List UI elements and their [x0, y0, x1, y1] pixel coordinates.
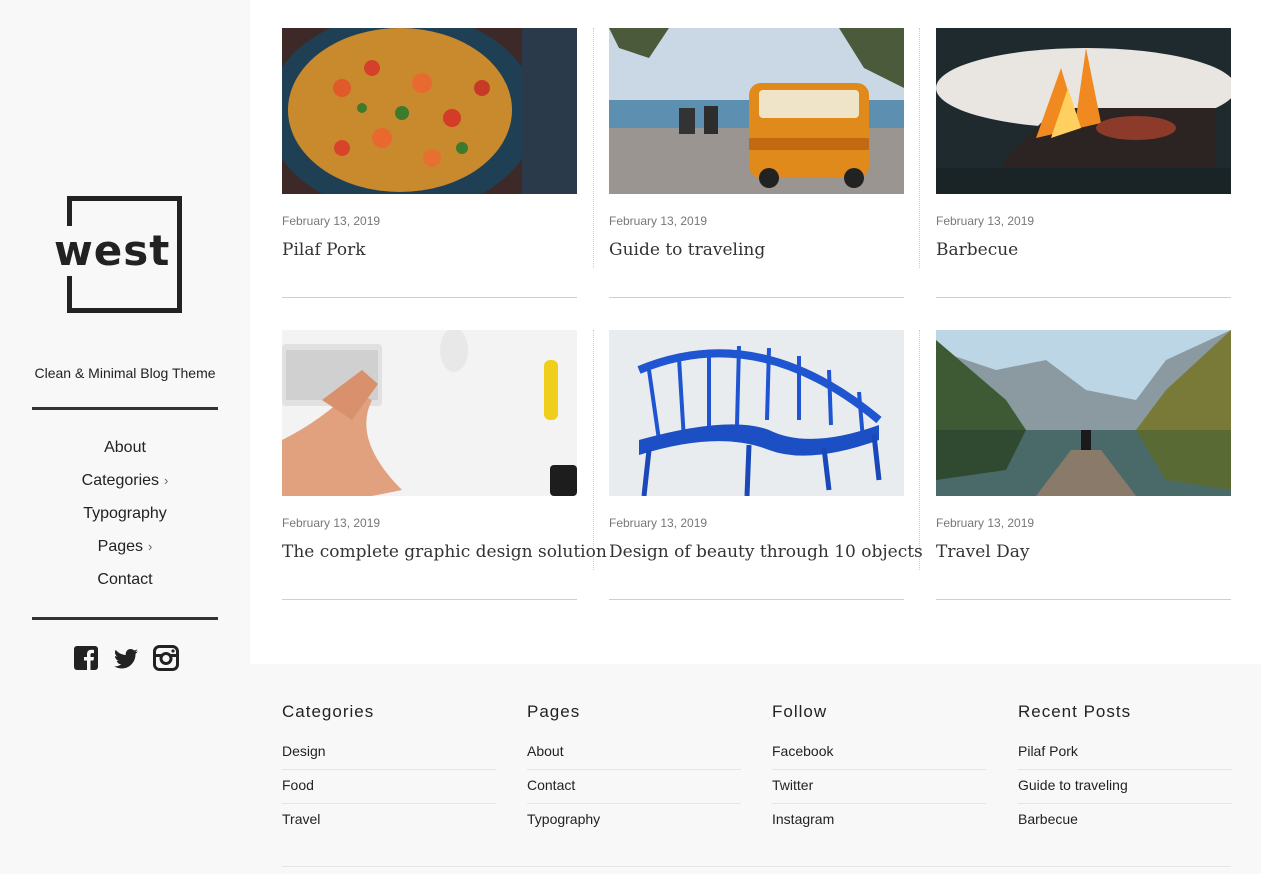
post-card: February 13, 2019 Barbecue: [936, 28, 1231, 298]
twitter-icon[interactable]: [112, 644, 140, 672]
post-card: February 13, 2019 Travel Day: [936, 330, 1231, 600]
instagram-icon[interactable]: [152, 644, 180, 672]
footer-link[interactable]: Design: [282, 736, 496, 770]
divider: [32, 407, 218, 410]
post-date: February 13, 2019: [936, 214, 1035, 228]
post-title[interactable]: Guide to traveling: [609, 240, 904, 260]
footer-heading: Follow: [772, 702, 828, 721]
post-thumbnail[interactable]: [936, 28, 1231, 194]
post-date: February 13, 2019: [936, 516, 1035, 530]
footer-link[interactable]: About: [527, 736, 741, 770]
nav-item-pages[interactable]: Pages ›: [0, 533, 250, 566]
social-links: [72, 644, 180, 672]
footer-link[interactable]: Travel: [282, 804, 496, 838]
footer-link[interactable]: Contact: [527, 770, 741, 804]
divider: [609, 599, 904, 600]
footer-link[interactable]: Typography: [527, 804, 741, 838]
post-title[interactable]: Pilaf Pork: [282, 240, 577, 260]
nav-item-typography[interactable]: Typography: [0, 500, 250, 533]
post-thumbnail[interactable]: [282, 28, 577, 194]
nav-item-about[interactable]: About: [0, 434, 250, 467]
post-title[interactable]: Barbecue: [936, 240, 1231, 260]
nav-label: Categories: [81, 472, 160, 489]
footer-heading: Recent Posts: [1018, 702, 1132, 721]
post-date: February 13, 2019: [609, 516, 708, 530]
column-separator: [919, 28, 920, 268]
sidebar: west Clean & Minimal Blog Theme About Ca…: [0, 0, 250, 874]
post-thumbnail[interactable]: [936, 330, 1231, 496]
divider: [282, 297, 577, 298]
chevron-right-icon: ›: [164, 473, 169, 488]
post-thumbnail[interactable]: [609, 28, 904, 194]
site-tagline: Clean & Minimal Blog Theme: [34, 365, 216, 381]
footer-heading: Pages: [527, 702, 581, 721]
footer-link[interactable]: Instagram: [772, 804, 986, 838]
post-date: February 13, 2019: [282, 214, 381, 228]
column-separator: [919, 330, 920, 570]
divider: [936, 297, 1231, 298]
post-card: February 13, 2019 Pilaf Pork: [282, 28, 577, 298]
divider: [282, 599, 577, 600]
nav-label: Typography: [83, 505, 167, 522]
footer-heading: Categories: [282, 702, 375, 721]
footer-link[interactable]: Guide to traveling: [1018, 770, 1232, 804]
post-card: February 13, 2019 Guide to traveling: [609, 28, 904, 298]
nav-item-contact[interactable]: Contact: [0, 566, 250, 599]
footer-link[interactable]: Barbecue: [1018, 804, 1232, 838]
nav-label: Pages: [97, 538, 144, 555]
nav-item-categories[interactable]: Categories ›: [0, 467, 250, 500]
post-title[interactable]: Travel Day: [936, 542, 1231, 562]
post-title[interactable]: Design of beauty through 10 objects: [609, 542, 923, 562]
divider: [609, 297, 904, 298]
logo-text: west: [54, 226, 173, 276]
nav-label: About: [104, 439, 146, 456]
post-card: February 13, 2019 Design of beauty throu…: [609, 330, 923, 600]
post-date: February 13, 2019: [609, 214, 708, 228]
divider: [282, 866, 1231, 867]
footer-pages: Pages About Contact Typography: [527, 702, 741, 838]
footer-link[interactable]: Twitter: [772, 770, 986, 804]
footer-link[interactable]: Food: [282, 770, 496, 804]
footer-follow: Follow Facebook Twitter Instagram: [772, 702, 986, 838]
column-separator: [593, 28, 594, 268]
post-thumbnail[interactable]: [609, 330, 904, 496]
nav-label: Contact: [97, 571, 153, 588]
footer-link[interactable]: Facebook: [772, 736, 986, 770]
footer-recent-posts: Recent Posts Pilaf Pork Guide to traveli…: [1018, 702, 1232, 838]
site-logo[interactable]: west: [54, 196, 184, 314]
post-card: February 13, 2019 The complete graphic d…: [282, 330, 607, 600]
post-date: February 13, 2019: [282, 516, 381, 530]
column-separator: [593, 330, 594, 570]
divider: [936, 599, 1231, 600]
footer-categories: Categories Design Food Travel: [282, 702, 496, 838]
post-thumbnail[interactable]: [282, 330, 577, 496]
facebook-icon[interactable]: [72, 644, 100, 672]
post-title[interactable]: The complete graphic design solution: [282, 542, 607, 562]
main-nav: About Categories › Typography Pages › Cont…: [0, 434, 250, 599]
site-footer: Categories Design Food Travel Pages Abou…: [250, 664, 1261, 874]
chevron-right-icon: ›: [148, 539, 153, 554]
footer-link[interactable]: Pilaf Pork: [1018, 736, 1232, 770]
divider: [32, 617, 218, 620]
